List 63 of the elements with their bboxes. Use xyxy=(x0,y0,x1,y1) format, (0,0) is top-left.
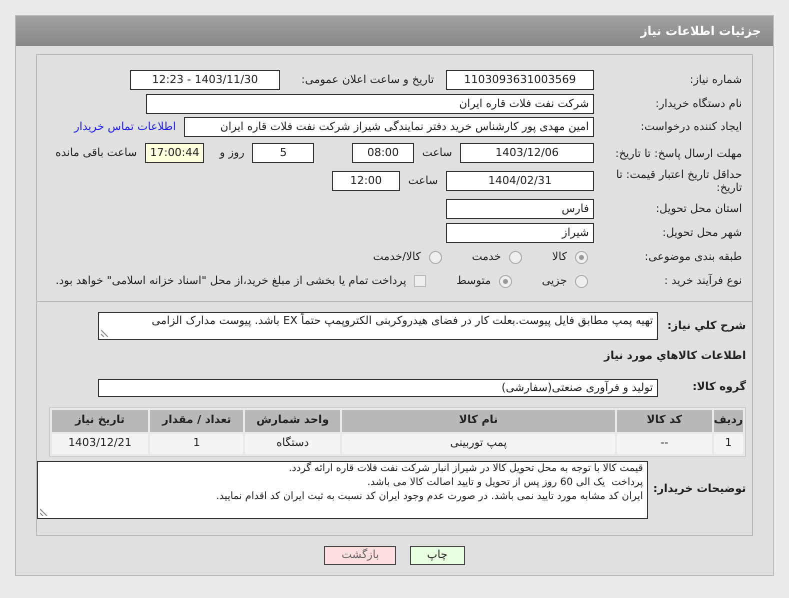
table-cell: دستگاه xyxy=(245,434,340,454)
field-label: شرح کلي نياز: xyxy=(666,318,746,334)
table-cell: 1 xyxy=(150,434,244,454)
field-label: تاریخ و ساعت اعلان عمومی: xyxy=(300,72,435,88)
column-header: ردیف xyxy=(714,410,743,432)
column-header: نام کالا xyxy=(342,410,616,432)
province-field[interactable]: فارس xyxy=(446,199,594,219)
buyer-notes-textarea[interactable]: قیمت کالا با توجه به محل تحویل کالا در شیراز انبار شرکت نفت فلات قاره ارائه گردد. پرداخت یک الی 60 روز پس از تحویل و تایید اصالت کالا می باشد. ایران کد مشابه مورد تایید نمی باشد. در صورت عدم وجود ایران کد نسبت به ثبت ایران کد اقدام نمایید. xyxy=(37,460,648,518)
buyer-contact-link[interactable]: اطلاعات تماس خریدار xyxy=(74,118,176,136)
field-label: استان محل تحویل: xyxy=(654,200,742,217)
resize-grip-icon xyxy=(40,508,48,516)
need-number-field[interactable]: 1103093631003569 xyxy=(446,70,594,90)
column-header: تعداد / مقدار xyxy=(150,410,244,432)
field-label: روز و xyxy=(218,144,244,161)
field-label: ساعت باقی مانده xyxy=(54,144,137,161)
field-label: مهلت ارسال پاسخ: تا تاریخ: xyxy=(614,146,742,160)
field-label: نام دستگاه خریدار: xyxy=(654,96,742,112)
table-cell: -- xyxy=(617,434,712,454)
table-cell: 1 xyxy=(714,434,743,454)
field-label: گروه کالا: xyxy=(691,379,746,396)
radio-label: کالا xyxy=(552,248,567,265)
days-field[interactable]: 5 xyxy=(252,143,314,163)
radio-label: خدمت xyxy=(472,248,502,265)
table-cell: پمپ توربینی xyxy=(342,434,616,454)
radio-button[interactable] xyxy=(575,250,588,264)
date-field[interactable]: 1404/02/31 xyxy=(446,171,594,191)
field-label: ساعت xyxy=(408,172,438,189)
time-field[interactable]: 12:00 xyxy=(332,171,400,191)
announce-date-field[interactable]: 1403/11/30 - 12:23 xyxy=(130,70,280,90)
field-label: توضیحات خریدار: xyxy=(656,481,746,498)
field-label: طبقه بندی موضوعی: xyxy=(644,248,742,265)
remaining-time-field[interactable]: 17:00:44 xyxy=(144,143,204,163)
buyer-org-field[interactable]: شرکت نفت فلات قاره ایران xyxy=(146,94,594,114)
radio-button[interactable] xyxy=(428,250,442,264)
page-title: جزئیات اطلاعات نیاز xyxy=(640,23,761,40)
requester-field[interactable]: امین مهدی پور کارشناس خرید دفتر نمایندگی شیراز شرکت نفت فلات قاره ایران xyxy=(184,117,594,137)
field-label: ایجاد کننده درخواست: xyxy=(640,118,742,135)
checkbox-label: پرداخت تمام یا بخشی از مبلغ خرید،از محل "اسناد خزانه اسلامی" خواهد بود. xyxy=(56,272,406,289)
time-field[interactable]: 08:00 xyxy=(352,143,414,163)
back-button[interactable]: بازگشت xyxy=(324,546,396,564)
radio-button[interactable] xyxy=(498,274,512,288)
column-header: تاریخ نیاز xyxy=(52,410,148,432)
description-textarea[interactable]: تهیه پمپ مطابق فایل پیوست.بعلت کار در فضای هیدروکربنی الکتروپمپ حتماً EX باشد. پیوست مدارک الزامی xyxy=(98,312,658,340)
field-label: شهر محل تحویل: xyxy=(661,224,742,241)
column-header: کد کالا xyxy=(617,410,712,432)
radio-button[interactable] xyxy=(509,250,522,264)
table-cell: 1403/12/21 xyxy=(52,434,148,454)
field-label: ساعت xyxy=(422,144,452,161)
radio-label: کالا/خدمت xyxy=(373,248,421,265)
city-field[interactable]: شیراز xyxy=(446,223,594,243)
checkbox[interactable] xyxy=(414,275,426,287)
radio-label: متوسط xyxy=(456,272,491,289)
section-title: اطلاعات کالاهاي مورد نياز xyxy=(602,348,746,364)
column-header: واحد شمارش xyxy=(245,410,340,432)
print-button[interactable]: چاپ xyxy=(410,546,465,564)
field-label: نوع فرآیند خرید : xyxy=(663,272,742,289)
date-field[interactable]: 1403/12/06 xyxy=(460,143,594,163)
goods-group-field[interactable]: تولید و فرآوری صنعتی(سفارشی) xyxy=(98,378,658,396)
resize-grip-icon xyxy=(101,329,109,337)
field-label: حداقل تاریخ اعتبار قیمت: تا تاریخ: xyxy=(615,168,742,194)
radio-button[interactable] xyxy=(575,274,588,288)
field-label: شماره نیاز: xyxy=(688,72,742,88)
radio-label: جزیی xyxy=(542,272,567,289)
